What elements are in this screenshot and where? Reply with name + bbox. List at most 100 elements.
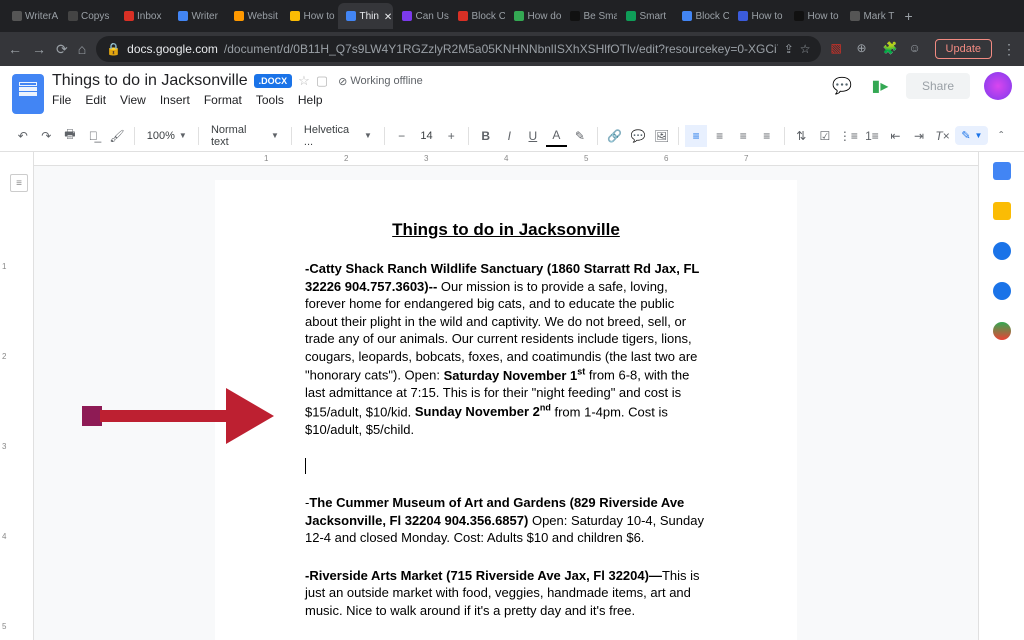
menu-edit[interactable]: Edit [85,93,106,107]
browser-tab[interactable]: Block C [674,3,729,29]
zoom-select[interactable]: 100%▼ [141,125,192,147]
editing-mode-button[interactable]: ✎ ▼ [955,126,988,145]
browser-tab[interactable]: Be Sma [562,3,617,29]
numbered-list-icon[interactable]: 1≡ [861,125,883,147]
document-title[interactable]: Things to do in Jacksonville [52,72,248,90]
new-tab-button[interactable]: + [898,8,918,24]
text-color-icon[interactable]: A [546,125,568,147]
increase-font-icon[interactable]: + [440,125,462,147]
browser-tab[interactable]: How to [730,3,785,29]
outline-toggle-icon[interactable]: ≡ [10,174,28,192]
decrease-font-icon[interactable]: − [391,125,413,147]
offline-status: ⊘Working offline [338,75,423,88]
menu-bar: File Edit View Insert Format Tools Help [52,90,822,107]
account-avatar[interactable] [984,72,1012,100]
extension-icon[interactable]: ⊕ [857,41,873,57]
browser-tab-strip: WriterA Copys Inbox Writer Websit How to… [0,0,1024,32]
calendar-icon[interactable] [993,162,1011,180]
browser-tab[interactable]: How to [282,3,337,29]
undo-icon[interactable]: ↶ [12,125,34,147]
canvas-area: ≡ 1 2 3 4 5 1 2 3 4 5 6 7 Things to do i… [0,152,1024,640]
style-select[interactable]: Normal text▼ [205,125,285,147]
browser-tab[interactable]: Copys [60,3,115,29]
text-cursor [305,458,707,474]
spellcheck-icon[interactable]: Ａ̲ [83,125,105,147]
highlight-icon[interactable]: ✎ [569,125,591,147]
lock-icon: 🔒 [106,42,121,56]
star-icon[interactable]: ☆ [298,73,310,89]
paragraph: -The Cummer Museum of Art and Gardens (8… [305,494,707,547]
forward-icon[interactable]: → [32,41,46,57]
browser-tab[interactable]: Writer [170,3,225,29]
browser-tab[interactable]: Smart [618,3,673,29]
decrease-indent-icon[interactable]: ⇤ [885,125,907,147]
keep-icon[interactable] [993,202,1011,220]
align-left-icon[interactable]: ≡ [685,125,707,147]
checklist-icon[interactable]: ☑ [814,125,836,147]
print-icon[interactable]: 🖶 [59,125,81,147]
back-icon[interactable]: ← [8,41,22,57]
browser-tab[interactable]: Mark T [842,3,897,29]
reload-icon[interactable]: ⟳ [56,41,68,58]
menu-icon[interactable]: ⋮ [1002,41,1016,58]
increase-indent-icon[interactable]: ⇥ [908,125,930,147]
comment-history-icon[interactable]: 💬 [830,74,854,98]
italic-icon[interactable]: I [499,125,521,147]
line-spacing-icon[interactable]: ⇅ [791,125,813,147]
update-button[interactable]: Update [935,39,992,59]
share-button[interactable]: Share [906,73,970,99]
cloud-off-icon: ⊘ [338,75,347,88]
browser-address-bar: ← → ⟳ ⌂ 🔒 docs.google.com/document/d/0B1… [0,32,1024,66]
docs-logo-icon[interactable] [12,74,44,114]
meet-icon[interactable]: ▮▸ [868,74,892,98]
url-input[interactable]: 🔒 docs.google.com/document/d/0B11H_Q7s9L… [96,36,820,62]
collapse-toolbar-icon[interactable]: ˆ [990,125,1012,147]
url-path: /document/d/0B11H_Q7s9LW4Y1RGZzlyR2M5a05… [224,42,778,56]
document-canvas[interactable]: Things to do in Jacksonville -Catty Shac… [34,152,978,640]
close-icon[interactable]: ✕ [384,12,392,20]
docx-badge: .DOCX [254,74,293,88]
insert-link-icon[interactable]: 🔗 [604,125,626,147]
menu-help[interactable]: Help [298,93,323,107]
underline-icon[interactable]: U [522,125,544,147]
clear-format-icon[interactable]: T× [932,125,954,147]
bullet-list-icon[interactable]: ⋮≡ [838,125,860,147]
tasks-icon[interactable] [993,242,1011,260]
menu-view[interactable]: View [120,93,146,107]
menu-format[interactable]: Format [204,93,242,107]
page-title: Things to do in Jacksonville [305,220,707,240]
bold-icon[interactable]: B [475,125,497,147]
align-center-icon[interactable]: ≡ [709,125,731,147]
extensions-icon[interactable]: 🧩 [883,41,899,57]
add-comment-icon[interactable]: 💬 [627,125,649,147]
paint-format-icon[interactable]: 🖌 [106,125,128,147]
browser-tab[interactable]: Inbox [116,3,169,29]
browser-tab[interactable]: Block C [450,3,505,29]
profile-icon[interactable]: ☺ [909,41,925,57]
font-size-input[interactable]: 14 [414,125,438,147]
paragraph: -Catty Shack Ranch Wildlife Sanctuary (1… [305,260,707,438]
align-right-icon[interactable]: ≡ [732,125,754,147]
browser-tab[interactable]: How do [506,3,561,29]
browser-tab-active[interactable]: Thin✕ [338,3,393,29]
insert-image-icon[interactable]: 🖼 [651,125,673,147]
menu-tools[interactable]: Tools [256,93,284,107]
star-icon[interactable]: ☆ [800,42,811,56]
redo-icon[interactable]: ↷ [36,125,58,147]
browser-tab[interactable]: How to [786,3,841,29]
menu-insert[interactable]: Insert [160,93,190,107]
contacts-icon[interactable] [993,282,1011,300]
page[interactable]: Things to do in Jacksonville -Catty Shac… [215,180,797,640]
font-select[interactable]: Helvetica ...▼ [298,125,378,147]
browser-tab[interactable]: Can Us [394,3,449,29]
align-justify-icon[interactable]: ≡ [756,125,778,147]
menu-file[interactable]: File [52,93,71,107]
browser-tab[interactable]: WriterA [4,3,59,29]
paragraph: -Riverside Arts Market (715 Riverside Av… [305,567,707,620]
share-url-icon[interactable]: ⇪ [784,42,794,56]
home-icon[interactable]: ⌂ [78,41,86,57]
browser-tab[interactable]: Websit [226,3,281,29]
extension-icon[interactable]: ▧ [831,41,847,57]
maps-icon[interactable] [993,322,1011,340]
move-icon[interactable]: ▢ [316,73,328,89]
